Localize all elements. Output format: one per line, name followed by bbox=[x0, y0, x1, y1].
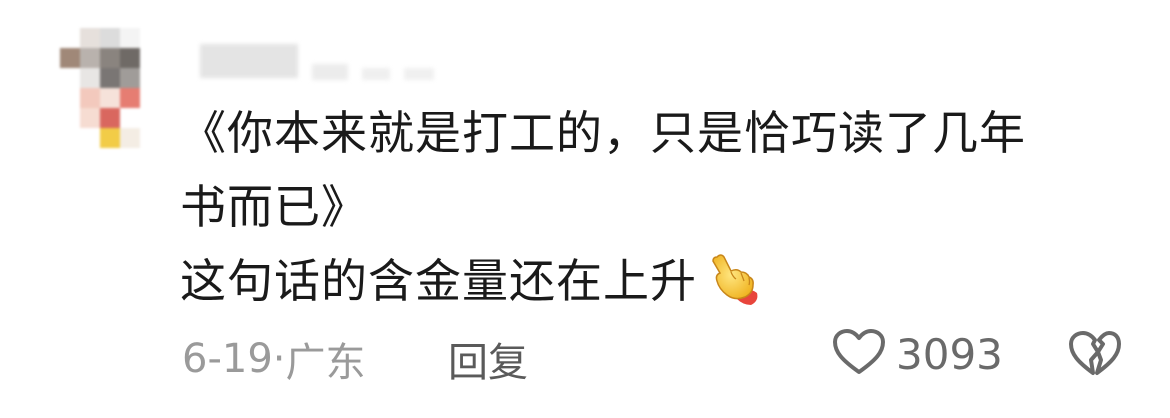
username-blur bbox=[362, 68, 390, 80]
heart-outline-icon bbox=[832, 328, 886, 380]
username-blur bbox=[200, 44, 298, 78]
username-blur bbox=[404, 68, 434, 80]
comment-text-line: 书而已》 bbox=[180, 180, 368, 234]
avatar[interactable] bbox=[60, 28, 160, 150]
meta-separator: · bbox=[272, 336, 286, 382]
like-button[interactable]: 3093 bbox=[832, 328, 1003, 380]
comment-item: 《你本来就是打工的，只是恰巧读了几年 书而已》 这句话的含金量还在上升 6-19… bbox=[0, 0, 1170, 418]
comment-meta: 6-19 · 广东 bbox=[182, 330, 366, 388]
username-blur bbox=[312, 64, 348, 80]
comment-location: 广东 bbox=[285, 340, 366, 386]
comment-text: 这句话的含金量还在上升 bbox=[180, 254, 697, 308]
dislike-button[interactable] bbox=[1068, 330, 1122, 384]
comment-date: 6-19 bbox=[182, 336, 273, 382]
pointing-hand-icon bbox=[703, 251, 763, 307]
broken-heart-icon bbox=[1068, 331, 1122, 384]
comment-body: 《你本来就是打工的，只是恰巧读了几年 书而已》 这句话的含金量还在上升 bbox=[180, 96, 1120, 318]
comment-text-line: 《你本来就是打工的，只是恰巧读了几年 bbox=[180, 106, 1026, 160]
reply-button[interactable]: 回复 bbox=[448, 330, 528, 388]
comment-text-line: 这句话的含金量还在上升 bbox=[180, 244, 1120, 318]
like-count: 3093 bbox=[896, 329, 1003, 379]
username[interactable] bbox=[200, 44, 434, 80]
